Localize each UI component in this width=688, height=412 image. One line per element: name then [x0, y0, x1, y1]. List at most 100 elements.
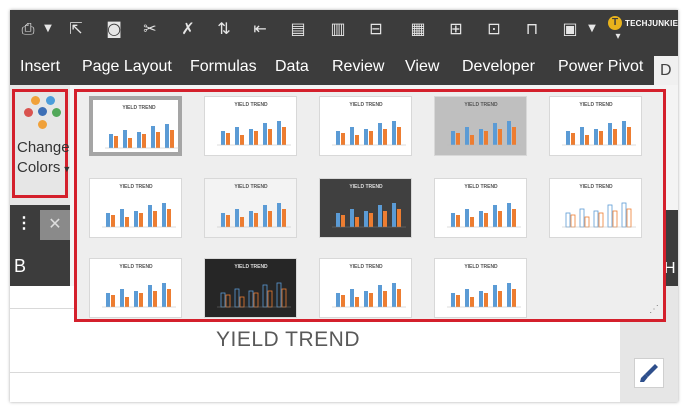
chart-style-thumbnail[interactable]: YIELD TREND: [549, 178, 642, 238]
chart-style-thumbnail[interactable]: YIELD TREND: [319, 258, 412, 318]
print-preview-icon[interactable]: ⎙: [18, 18, 38, 40]
chart-style-bar: [383, 129, 387, 145]
tab-design-active[interactable]: D: [654, 56, 678, 85]
chart-style-bar: [451, 131, 455, 145]
chart-style-bar: [262, 284, 268, 308]
select-cursor-icon[interactable]: ⇱: [66, 18, 86, 40]
chart-style-bar: [341, 133, 345, 145]
color-dot-orange-2: [38, 120, 47, 129]
chart-style-bar: [383, 291, 387, 307]
chart-style-thumbnail[interactable]: YIELD TREND: [204, 178, 297, 238]
gallery-resize-handle-icon[interactable]: ⋰: [649, 305, 659, 315]
chart-style-title: YIELD TREND: [119, 184, 153, 190]
cut-cells-icon[interactable]: ✂: [140, 18, 160, 40]
paste-options-icon[interactable]: ⊓: [522, 18, 542, 40]
chart-style-bar: [254, 131, 258, 145]
chart-style-bar: [369, 213, 373, 227]
paste-icon[interactable]: ▣: [560, 18, 580, 40]
column-chart-icon[interactable]: ▦: [408, 18, 428, 40]
column-header-b[interactable]: B: [10, 246, 70, 286]
dropdown-arrow-icon: ▼: [62, 164, 72, 174]
chart-style-thumbnail[interactable]: YIELD TREND: [204, 96, 297, 156]
chart-style-bar: [350, 127, 354, 145]
chart-style-bar: [111, 295, 115, 307]
chart-style-preview: YIELD TREND: [217, 102, 291, 146]
chart-style-bar: [378, 205, 382, 227]
chart-style-bar: [249, 129, 253, 145]
chart-style-title: YIELD TREND: [464, 102, 498, 108]
chart-style-thumbnail[interactable]: YIELD TREND: [89, 178, 182, 238]
tab-insert[interactable]: Insert: [20, 58, 60, 76]
chart-style-bar: [350, 209, 354, 227]
column-header-b-label: B: [14, 256, 27, 276]
chart-style-bar: [282, 209, 286, 227]
chart-style-bar: [221, 131, 225, 145]
chart-styles-brush-icon[interactable]: [634, 358, 664, 388]
chart-style-bar: [470, 297, 474, 307]
change-colors-button[interactable]: Change Colors ▼: [12, 89, 71, 198]
color-dot-dark-blue: [38, 107, 47, 116]
chart-style-thumbnail[interactable]: YIELD TREND: [434, 178, 527, 238]
chart-style-thumbnail[interactable]: YIELD TREND: [204, 258, 297, 318]
chart-style-bar: [221, 213, 225, 227]
chart-style-thumbnail[interactable]: YIELD TREND: [434, 258, 527, 318]
paste-dropdown-icon[interactable]: ▼: [582, 18, 602, 40]
chart-style-bar: [493, 123, 497, 145]
tab-data[interactable]: Data: [275, 58, 309, 76]
tab-review[interactable]: Review: [332, 58, 384, 76]
chart-style-bar: [226, 215, 230, 227]
align-icon[interactable]: ⊟: [366, 18, 386, 40]
color-dot-blue: [46, 96, 55, 105]
tab-view[interactable]: View: [405, 58, 439, 76]
chart-style-bar: [254, 213, 258, 227]
dropdown-arrow-icon[interactable]: ▼: [38, 18, 58, 40]
tab-formulas[interactable]: Formulas: [190, 58, 257, 76]
chart-style-thumbnail[interactable]: YIELD TREND: [89, 96, 182, 156]
chart-style-thumbnail[interactable]: YIELD TREND: [434, 96, 527, 156]
chart-style-preview: YIELD TREND: [102, 264, 176, 308]
chart-style-bar: [148, 285, 152, 307]
chart-style-bar: [456, 133, 460, 145]
chart-style-preview: YIELD TREND: [105, 105, 179, 149]
tab-developer[interactable]: Developer: [462, 58, 535, 76]
clear-formats-icon[interactable]: ✗: [178, 18, 198, 40]
tab-page-layout[interactable]: Page Layout: [82, 58, 172, 76]
chart-style-bar: [341, 215, 345, 227]
formula-bar-expander-icon[interactable]: ⋮: [16, 213, 32, 233]
cancel-formula-icon[interactable]: ✕: [40, 210, 70, 240]
chart-style-thumbnail[interactable]: YIELD TREND: [89, 258, 182, 318]
chart-icon[interactable]: ▤: [288, 18, 308, 40]
sort-icon[interactable]: ⇅: [214, 18, 234, 40]
chart-style-thumbnail[interactable]: YIELD TREND: [319, 96, 412, 156]
chart-style-bar: [378, 123, 382, 145]
chart-style-bar: [341, 295, 345, 307]
chart-style-bar: [235, 127, 239, 145]
chart-style-bar: [134, 291, 138, 307]
chart-style-title: YIELD TREND: [349, 264, 383, 270]
chart-style-thumbnail[interactable]: YIELD TREND: [549, 96, 642, 156]
change-colors-label-line1: Change: [17, 139, 70, 156]
chart-style-bar: [599, 131, 603, 145]
change-colors-label-line2: Colors ▼: [17, 158, 71, 179]
chart-style-bar: [470, 217, 474, 227]
split-icon[interactable]: ⊡: [484, 18, 504, 40]
chart-title[interactable]: YIELD TREND: [216, 328, 360, 352]
quick-access-toolbar: ⎙ ▼ ⇱ ◙ ✂ ✗ ⇅ ⇤ ▤ ▥ ⊟ ▦ ⊞ ⊡ ⊓ ▣ ▼ ▾ T TE…: [10, 10, 678, 50]
chart-style-bar: [456, 215, 460, 227]
chart-style-bar: [397, 209, 401, 227]
tab-power-pivot[interactable]: Power Pivot: [558, 58, 643, 76]
chart-style-bar: [336, 293, 340, 307]
camera-icon[interactable]: ◙: [104, 18, 124, 40]
distribute-icon[interactable]: ⊞: [446, 18, 466, 40]
chart-style-title: YIELD TREND: [349, 184, 383, 190]
techjunkie-logo-text: TECHJUNKIE: [625, 18, 678, 28]
chart-style-bar: [512, 127, 516, 145]
chart-style-bar: [153, 291, 157, 307]
chart-style-bar: [336, 213, 340, 227]
chart-styles-gallery: ⋰ YIELD TREND YIELD TREND YIELD TREND YIELD…: [74, 89, 666, 322]
bar-chart-icon[interactable]: ▥: [328, 18, 348, 40]
excel-window: ⎙ ▼ ⇱ ◙ ✂ ✗ ⇅ ⇤ ▤ ▥ ⊟ ▦ ⊞ ⊡ ⊓ ▣ ▼ ▾ T TE…: [10, 10, 678, 402]
chart-style-thumbnail[interactable]: YIELD TREND: [319, 178, 412, 238]
chart-style-bar: [282, 127, 286, 145]
indent-icon[interactable]: ⇤: [250, 18, 270, 40]
